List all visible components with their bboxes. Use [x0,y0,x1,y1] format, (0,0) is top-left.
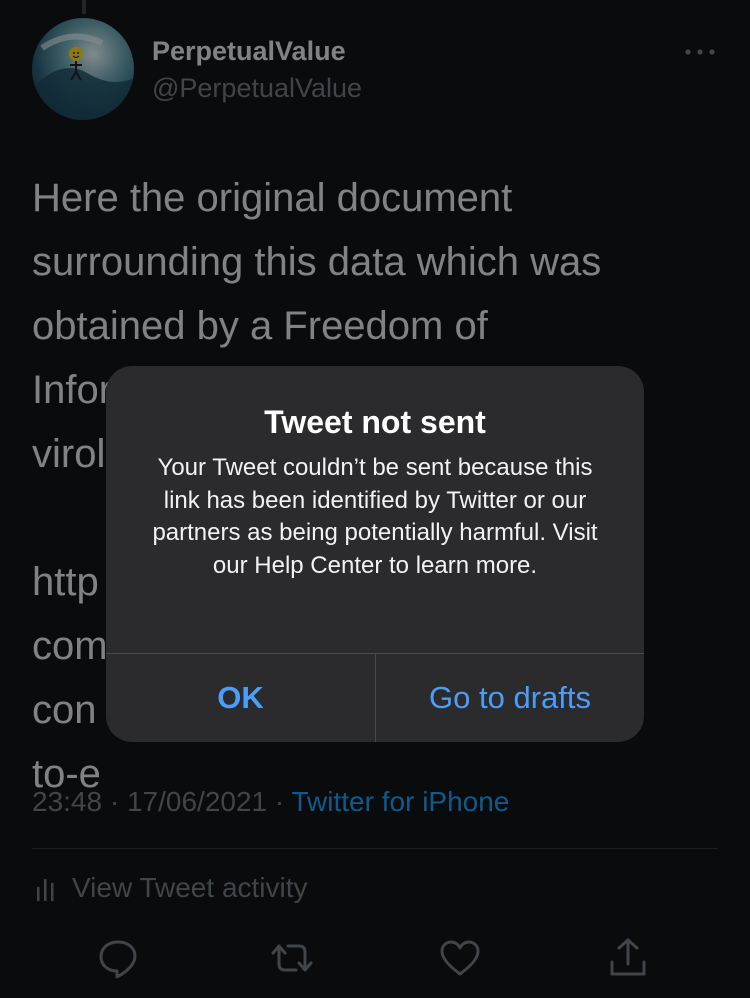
ok-button[interactable]: OK [106,654,375,742]
tweet-detail-screen: PerpetualValue @PerpetualValue Here the … [0,0,750,998]
alert-title: Tweet not sent [264,404,486,440]
alert-message: Your Tweet couldn’t be sent because this… [152,454,598,579]
go-to-drafts-button[interactable]: Go to drafts [376,654,644,742]
